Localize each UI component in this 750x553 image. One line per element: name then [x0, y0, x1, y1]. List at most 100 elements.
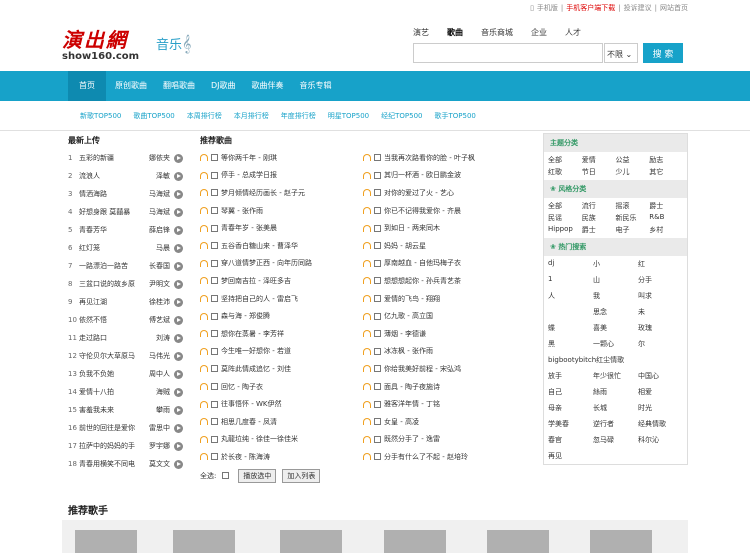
category-link[interactable]: 思念	[593, 307, 638, 317]
song-link[interactable]: 妈妈 - 胡云星	[384, 241, 426, 251]
song-checkbox[interactable]	[211, 453, 218, 461]
artist-link[interactable]: 徐桂沛	[140, 297, 170, 307]
song-checkbox[interactable]	[374, 383, 381, 391]
category-link[interactable]: 摇滚	[616, 201, 650, 211]
play-icon[interactable]	[174, 315, 183, 325]
category-link[interactable]: 学美春	[548, 419, 593, 429]
subnav-agent-top[interactable]: 经纪TOP500	[381, 111, 422, 121]
song-checkbox[interactable]	[374, 242, 381, 250]
category-link[interactable]: 叫求	[638, 291, 683, 301]
song-link[interactable]: 莫阵此情成追忆 - 刘佳	[221, 364, 291, 374]
category-link[interactable]	[638, 355, 683, 365]
song-link[interactable]: 亿九歌 - 高立国	[384, 311, 433, 321]
song-checkbox[interactable]	[374, 365, 381, 373]
nav-album[interactable]: 音乐专辑	[293, 71, 339, 101]
category-link[interactable]: 未	[638, 307, 683, 317]
song-link[interactable]: 爱情的飞鸟 - 翔翔	[384, 294, 440, 304]
song-link[interactable]: 其归一杯酒 - 欧日鹏金波	[384, 170, 461, 180]
category-link[interactable]: 红歌	[548, 167, 582, 177]
category-link[interactable]: 喜美	[593, 323, 638, 333]
song-link[interactable]: 当我再次路看你的脸 - 叶子枫	[384, 153, 475, 163]
song-link[interactable]: 女皇 - 高凌	[384, 417, 419, 427]
search-button[interactable]: 搜 索	[643, 43, 683, 63]
song-link[interactable]: 想你在蒸暑 - 李芳祥	[221, 329, 284, 339]
song-link[interactable]: 想想想起你 - 孙兵青艺茶	[384, 276, 461, 286]
song-checkbox[interactable]	[374, 259, 381, 267]
category-link[interactable]: 全部	[548, 155, 582, 165]
song-checkbox[interactable]	[374, 295, 381, 303]
category-link[interactable]: 爱情	[582, 155, 616, 165]
song-checkbox[interactable]	[211, 383, 218, 391]
category-link[interactable]: 乡村	[649, 225, 683, 235]
song-link[interactable]: 五谷香白糖山来 - 曹泽华	[221, 241, 298, 251]
nav-home[interactable]: 首页	[68, 71, 106, 101]
song-link[interactable]: 雅客洋年情 - 丁铭	[384, 399, 440, 409]
song-link[interactable]: 既然分手了 - 逸雷	[384, 434, 440, 444]
category-link[interactable]: 再见	[548, 451, 593, 461]
song-link[interactable]: 你已不记得我爱你 - 齐晨	[384, 206, 461, 216]
singer-thumb[interactable]	[173, 530, 235, 553]
play-icon[interactable]	[174, 333, 183, 343]
song-checkbox[interactable]	[211, 242, 218, 250]
song-link[interactable]: 梦月倾情经历画长 - 赵子元	[221, 188, 305, 198]
play-icon[interactable]	[174, 189, 183, 199]
song-link[interactable]: 面具 - 陶子夜施诗	[384, 382, 440, 392]
category-link[interactable]: 母亲	[548, 403, 593, 413]
artist-link[interactable]: 刘涛	[140, 333, 170, 343]
singer-thumb[interactable]	[280, 530, 342, 553]
top-link-home[interactable]: 网站首页	[660, 3, 688, 13]
play-icon[interactable]	[174, 243, 183, 253]
play-icon[interactable]	[174, 171, 183, 181]
search-tab-talent[interactable]: 人才	[565, 27, 581, 38]
song-checkbox[interactable]	[374, 277, 381, 285]
song-link[interactable]: 你给我美好前程 - 宋弘鸿	[384, 364, 461, 374]
song-checkbox[interactable]	[374, 435, 381, 443]
play-selected-button[interactable]: 播放选中	[238, 468, 277, 483]
category-link[interactable]: R&B	[649, 213, 683, 223]
song-checkbox[interactable]	[211, 224, 218, 232]
category-link[interactable]: 长城	[593, 403, 638, 413]
artist-link[interactable]: 薛启锋	[140, 225, 170, 235]
category-link[interactable]: 尔	[638, 339, 683, 349]
song-checkbox[interactable]	[374, 189, 381, 197]
play-icon[interactable]	[174, 441, 183, 451]
play-icon[interactable]	[174, 459, 183, 469]
category-link[interactable]: 分手	[638, 275, 683, 285]
category-link[interactable]: 忽马碌	[593, 435, 638, 445]
song-link[interactable]: 琴翼 - 张作雨	[221, 206, 263, 216]
subnav-week[interactable]: 本周排行榜	[187, 111, 222, 121]
singer-thumb[interactable]	[590, 530, 652, 553]
category-link[interactable]: 人	[548, 291, 593, 301]
category-link[interactable]: 春官	[548, 435, 593, 445]
category-link[interactable]: bigbootybitch红尘情歌	[548, 355, 638, 365]
category-link[interactable]	[548, 307, 593, 317]
play-icon[interactable]	[174, 423, 183, 433]
artist-link[interactable]: 长春国	[140, 261, 170, 271]
search-tab-company[interactable]: 企业	[531, 27, 547, 38]
song-checkbox[interactable]	[374, 347, 381, 355]
artist-link[interactable]: 罗宇娜	[140, 441, 170, 451]
subnav-year[interactable]: 年度排行榜	[281, 111, 316, 121]
song-link[interactable]: 走过路口	[76, 333, 140, 343]
song-link[interactable]: 拉萨中的妈妈的手	[76, 441, 140, 451]
song-link[interactable]: 薄烟 - 李德谦	[384, 329, 426, 339]
song-link[interactable]: 厚南越血 - 自他玛梅子衣	[384, 258, 461, 268]
song-link[interactable]: 爱情十八拍	[76, 387, 140, 397]
song-checkbox[interactable]	[211, 400, 218, 408]
singer-thumb[interactable]	[75, 530, 137, 553]
category-link[interactable]: 放手	[548, 371, 593, 381]
subnav-month[interactable]: 本月排行榜	[234, 111, 269, 121]
category-link[interactable]: 节日	[582, 167, 616, 177]
site-logo[interactable]: 演出網 show160.com	[62, 24, 139, 62]
category-link[interactable]: 中国心	[638, 371, 683, 381]
song-link[interactable]: 青春年岁 - 张美晨	[221, 223, 277, 233]
song-link[interactable]: 冰冻枫 - 张作雨	[384, 346, 433, 356]
category-link[interactable]: 一颗心	[593, 339, 638, 349]
category-link[interactable]: 相爱	[638, 387, 683, 397]
song-checkbox[interactable]	[211, 259, 218, 267]
song-link[interactable]: 梦回南吉拉 - 泽旺多吉	[221, 276, 291, 286]
category-link[interactable]: 我	[593, 291, 638, 301]
category-link[interactable]: 红	[638, 259, 683, 269]
artist-link[interactable]: 马晨	[140, 243, 170, 253]
song-link[interactable]: 相思几度春 - 凤清	[221, 417, 277, 427]
